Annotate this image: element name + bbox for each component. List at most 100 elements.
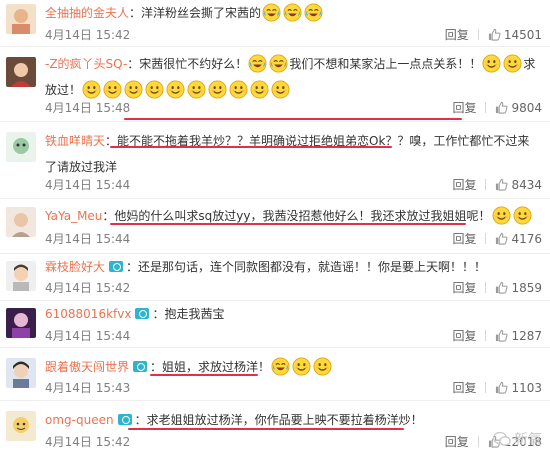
comment-body: 姐姐，求放过杨洋！ bbox=[162, 360, 271, 374]
comment-meta: 4月14日 15:44 回复 4176 bbox=[45, 230, 542, 248]
timestamp: 4月14日 15:44 bbox=[45, 329, 131, 343]
like-count: 1287 bbox=[511, 329, 542, 343]
laugh-emoji-group bbox=[261, 3, 324, 22]
smile-emoji-icon bbox=[482, 54, 501, 73]
smile-emoji-icon bbox=[82, 80, 101, 99]
comment-item: 全抽抽的金夫人：洋洋粉丝会撕了宋茜的 4月14日 15:42 回复 14501 bbox=[0, 0, 550, 47]
comment-body: 洋洋粉丝会撕了宋茜的 bbox=[141, 6, 262, 20]
comment-item: YaYa_Meu：他妈的什么叫求sq放过yy，我茜没招惹他好么！我还求放过我姐姐… bbox=[0, 199, 550, 254]
watermark: 新氧 bbox=[492, 429, 542, 449]
thumbs-up-icon bbox=[495, 381, 508, 394]
comment-body-part: 宋茜很忙不约好么！ bbox=[139, 57, 248, 71]
comment-text-line: 全抽抽的金夫人：洋洋粉丝会撕了宋茜的 bbox=[45, 0, 536, 26]
avatar[interactable] bbox=[6, 308, 36, 338]
laugh-emoji-icon bbox=[269, 54, 288, 73]
smile-emoji-icon bbox=[187, 80, 206, 99]
reply-button[interactable]: 回复 bbox=[445, 435, 469, 449]
reply-button[interactable]: 回复 bbox=[452, 381, 476, 395]
comment-actions: 回复 1287 bbox=[452, 327, 542, 345]
avatar[interactable] bbox=[6, 4, 36, 34]
comment-actions: 回复 1103 bbox=[452, 379, 542, 397]
avatar[interactable] bbox=[6, 261, 36, 291]
username-link[interactable]: -Z的疯丫头SQ- bbox=[45, 57, 127, 71]
reply-button[interactable]: 回复 bbox=[452, 232, 476, 246]
timestamp: 4月14日 15:48 bbox=[45, 101, 131, 115]
like-button[interactable]: 1103 bbox=[495, 381, 542, 395]
timestamp: 4月14日 15:42 bbox=[45, 28, 131, 42]
verified-badge-icon bbox=[133, 361, 148, 372]
comment-meta: 4月14日 15:44 回复 8434 bbox=[45, 176, 542, 194]
like-button[interactable]: 1859 bbox=[495, 281, 542, 295]
thumbs-up-icon bbox=[495, 329, 508, 342]
username-link[interactable]: YaYa_Meu bbox=[45, 209, 102, 223]
verified-badge-icon bbox=[117, 414, 132, 425]
reply-button[interactable]: 回复 bbox=[452, 329, 476, 343]
smile-emoji-icon bbox=[208, 80, 227, 99]
avatar[interactable] bbox=[6, 207, 36, 237]
smile-emoji-icon bbox=[313, 357, 332, 376]
smile-emoji-icon bbox=[250, 80, 269, 99]
smile-emoji-icon bbox=[271, 80, 290, 99]
comment-body-part: 我们不想和某家沾上一点点关系！！ bbox=[289, 57, 482, 71]
reply-button[interactable]: 回复 bbox=[452, 281, 476, 295]
smile-emoji-icon bbox=[166, 80, 185, 99]
comment-actions: 回复 8434 bbox=[452, 176, 542, 194]
highlight-underline bbox=[124, 118, 462, 120]
comment-item: 铁血咩晴天：能不能不拖着我羊炒？？羊明确说过拒绝姐弟恋Ok？？嗅，工作忙都忙不过… bbox=[0, 122, 550, 199]
smile-emoji-icon bbox=[124, 80, 143, 99]
thumbs-up-icon bbox=[495, 101, 508, 114]
username-link[interactable]: 61088016kfvx bbox=[45, 307, 131, 321]
avatar[interactable] bbox=[6, 411, 36, 441]
like-button[interactable]: 4176 bbox=[495, 232, 542, 246]
comment-actions: 回复 14501 bbox=[445, 26, 542, 44]
comment-body: 抱走我茜宝 bbox=[164, 307, 225, 321]
wechat-icon bbox=[492, 431, 511, 447]
like-count: 9804 bbox=[511, 101, 542, 115]
avatar[interactable] bbox=[6, 132, 36, 162]
comment-text-line: YaYa_Meu：他妈的什么叫求sq放过yy，我茜没招惹他好么！我还求放过我姐姐… bbox=[45, 203, 536, 229]
highlight-underline bbox=[150, 374, 258, 376]
comment-meta: 4月14日 15:44 回复 1287 bbox=[45, 327, 542, 345]
comment-feed: 全抽抽的金夫人：洋洋粉丝会撕了宋茜的 4月14日 15:42 回复 14501 -… bbox=[0, 0, 550, 457]
thumbs-up-icon bbox=[495, 232, 508, 245]
username-link[interactable]: 跟着傲天闯世界 bbox=[45, 360, 129, 374]
highlight-underline bbox=[110, 146, 392, 148]
reply-button[interactable]: 回复 bbox=[445, 28, 469, 42]
smile-emoji-icon bbox=[145, 80, 164, 99]
timestamp: 4月14日 15:42 bbox=[45, 435, 131, 449]
avatar[interactable] bbox=[6, 57, 36, 87]
reply-button[interactable]: 回复 bbox=[452, 101, 476, 115]
comment-body: 求老姐姐放过杨洋，你作品要上映不要拉着杨洋炒！ bbox=[146, 413, 423, 427]
like-button[interactable]: 8434 bbox=[495, 178, 542, 192]
like-count: 8434 bbox=[511, 178, 542, 192]
comment-meta: 4月14日 15:48 回复 9804 bbox=[45, 99, 542, 117]
smile-emoji-icon bbox=[512, 206, 532, 225]
comment-item: 61088016kfvx ：抱走我茜宝 4月14日 15:44 回复 1287 bbox=[0, 301, 550, 348]
reply-button[interactable]: 回复 bbox=[452, 178, 476, 192]
like-button[interactable]: 14501 bbox=[488, 28, 542, 42]
comment-actions: 回复 4176 bbox=[452, 230, 542, 248]
username-link[interactable]: 全抽抽的金夫人 bbox=[45, 6, 129, 20]
timestamp: 4月14日 15:42 bbox=[45, 281, 131, 295]
verified-badge-icon bbox=[109, 261, 124, 272]
comment-meta: 4月14日 15:42 回复 14501 bbox=[45, 26, 542, 44]
comment-item: -Z的疯丫头SQ-：宋茜很忙不约好么！ 我们不想和某家沾上一点点关系！！ 求放过！ … bbox=[0, 47, 550, 122]
avatar[interactable] bbox=[6, 358, 36, 388]
comment-meta: 4月14日 15:42 回复 1859 bbox=[45, 279, 542, 297]
like-count: 1103 bbox=[511, 381, 542, 395]
like-count: 4176 bbox=[511, 232, 542, 246]
like-button[interactable]: 9804 bbox=[495, 101, 542, 115]
comment-text-line: 61088016kfvx ：抱走我茜宝 bbox=[45, 307, 225, 321]
like-button[interactable]: 1287 bbox=[495, 329, 542, 343]
comment-item: omg-queen ：求老姐姐放过杨洋，你作品要上映不要拉着杨洋炒！ 4月14日 … bbox=[0, 401, 550, 457]
laugh-emoji-icon bbox=[304, 3, 323, 22]
smile-emoji-icon bbox=[503, 54, 522, 73]
comment-actions: 回复 1859 bbox=[452, 279, 542, 297]
thumbs-up-icon bbox=[495, 281, 508, 294]
timestamp: 4月14日 15:44 bbox=[45, 178, 131, 192]
username-link[interactable]: 铁血咩晴天 bbox=[45, 134, 105, 148]
username-link[interactable]: omg-queen bbox=[45, 413, 114, 427]
comment-item: 跟着傲天闯世界 ：姐姐，求放过杨洋！ 4月14日 15:43 回复 1103 bbox=[0, 348, 550, 401]
username-link[interactable]: 霖枝脸好大 bbox=[45, 260, 105, 274]
comment-text-block: -Z的疯丫头SQ-：宋茜很忙不约好么！ 我们不想和某家沾上一点点关系！！ 求放过！ bbox=[45, 51, 536, 103]
